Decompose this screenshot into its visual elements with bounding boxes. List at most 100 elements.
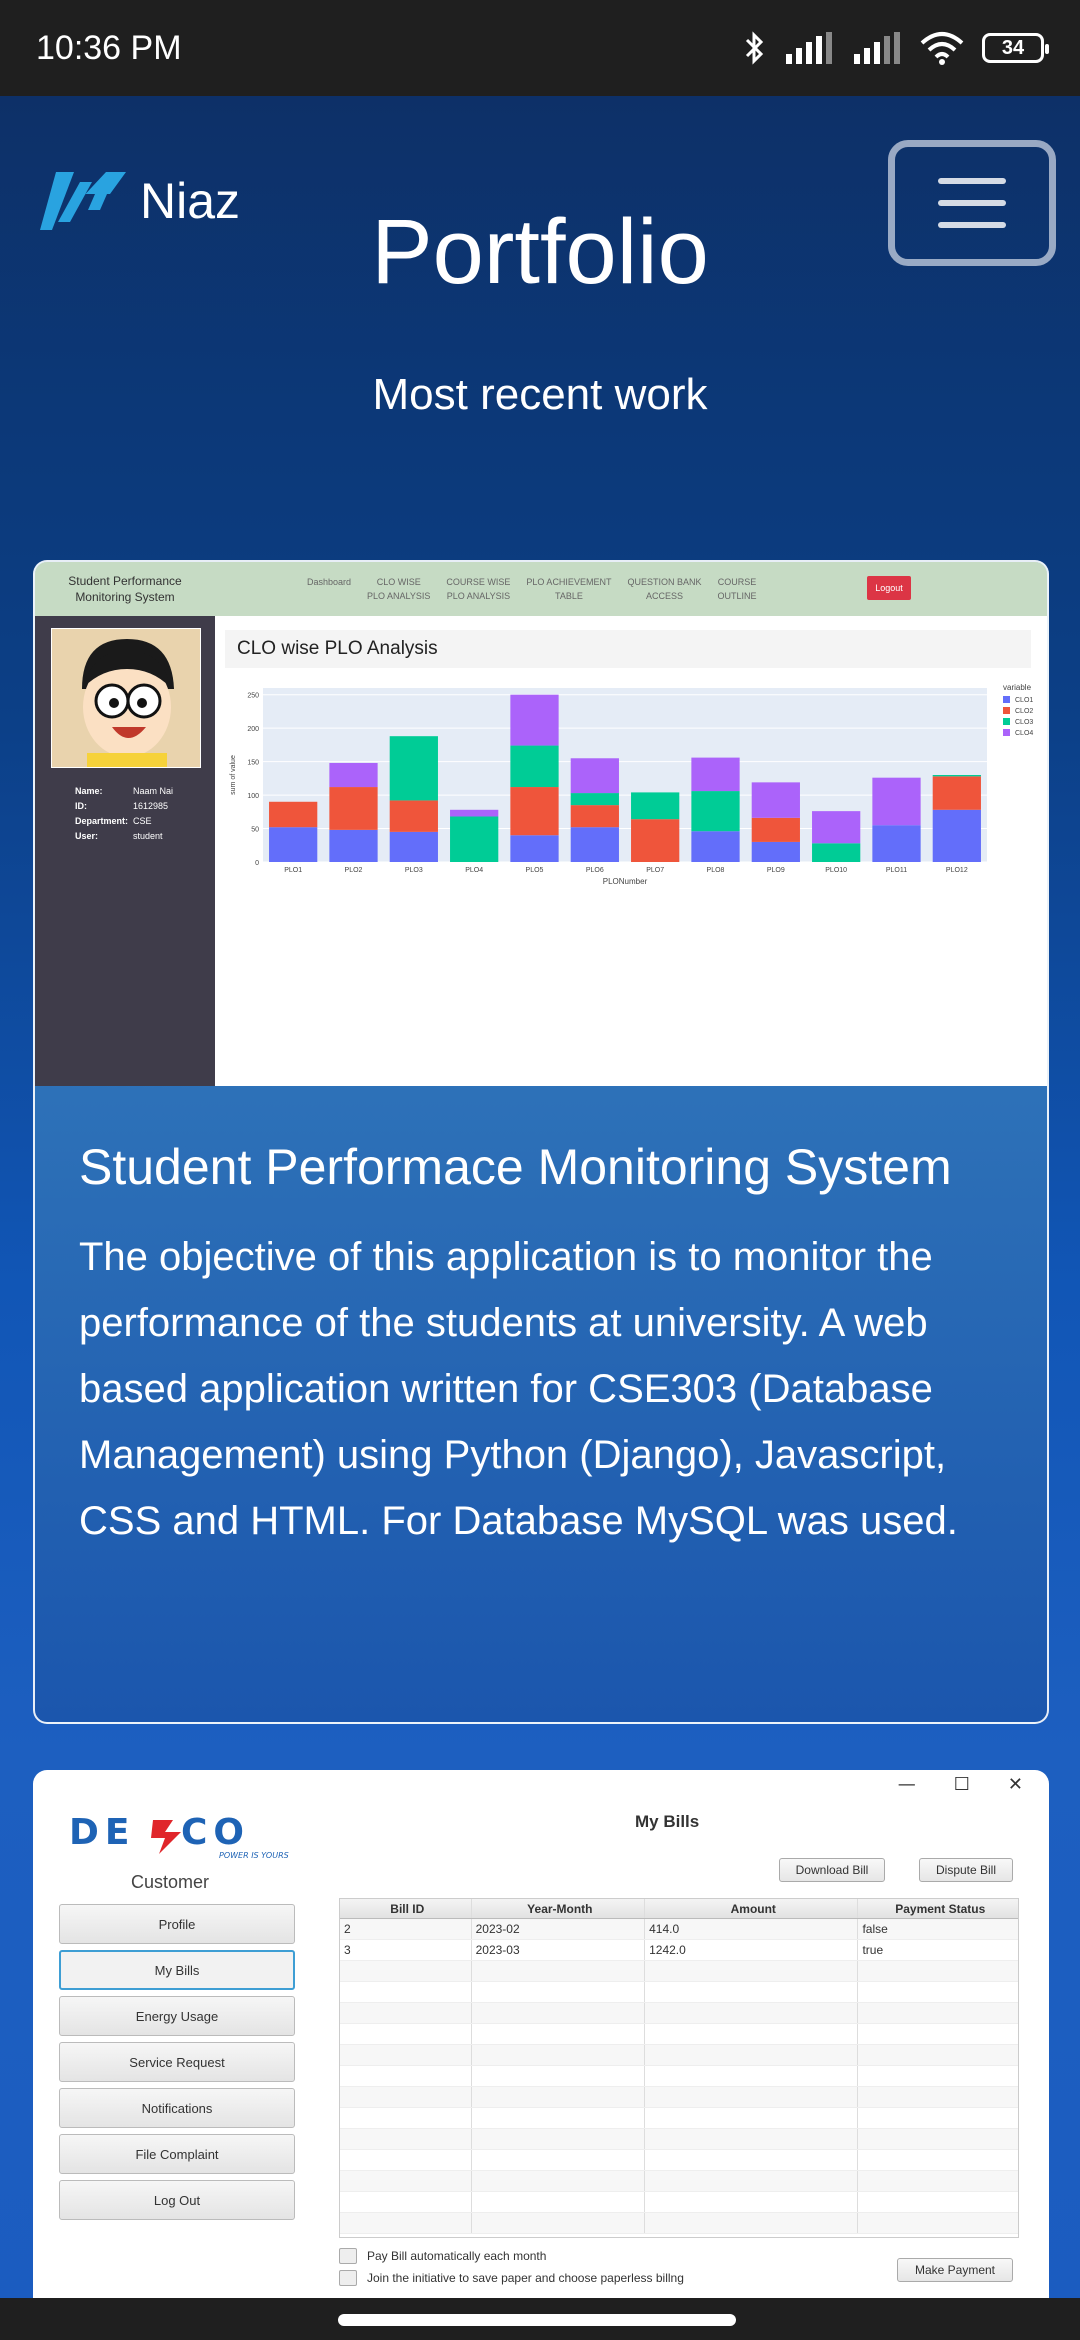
table-cell bbox=[645, 2129, 859, 2149]
bar-segment-clo2 bbox=[269, 801, 318, 828]
table-cell bbox=[340, 2003, 472, 2023]
x-tick-label: PLO12 bbox=[946, 867, 968, 874]
profile-key: Department: bbox=[75, 816, 129, 826]
x-tick-label: PLO5 bbox=[526, 867, 544, 874]
table-row bbox=[340, 2150, 1018, 2171]
table-row bbox=[340, 1961, 1018, 1982]
desco-menu-log-out-button: Log Out bbox=[59, 2180, 295, 2220]
status-bar: 10:36 PM 34 bbox=[0, 0, 1080, 96]
table-cell bbox=[472, 1961, 646, 1981]
nav-link-line1: COURSE WISE bbox=[446, 577, 511, 587]
nav-link-line2: ACCESS bbox=[645, 591, 683, 601]
table-cell: 2 bbox=[340, 1919, 472, 1939]
page-subtitle: Most recent work bbox=[372, 370, 708, 419]
table-cell bbox=[472, 2024, 646, 2044]
profile-value: Naam Nai bbox=[133, 786, 174, 796]
system-name-line1: Student Performance bbox=[68, 574, 182, 588]
x-tick-label: PLO2 bbox=[345, 867, 363, 874]
profile-row: Department: CSE bbox=[75, 814, 173, 829]
window-titlebar: — ☐ ✕ bbox=[35, 1772, 1047, 1796]
profile-details: Name: Naam Nai ID: 1612985 Department: CSE Use… bbox=[75, 784, 173, 844]
x-tick-label: PLO10 bbox=[825, 867, 847, 874]
bar-segment-clo4 bbox=[812, 811, 861, 844]
table-row bbox=[340, 2087, 1018, 2108]
table-cell bbox=[645, 2150, 859, 2170]
table-cell bbox=[858, 2003, 1018, 2023]
screenshot-main: CLO wise PLO Analysis 0 50 100 150 200 250 PLO… bbox=[215, 616, 1047, 1086]
y-tick-label: 0 bbox=[255, 860, 259, 867]
table-cell bbox=[858, 1982, 1018, 2002]
bar-segment-clo3 bbox=[570, 793, 619, 806]
auto-pay-checkbox-row: Pay Bill automatically each month bbox=[339, 2248, 546, 2264]
profile-key: User: bbox=[75, 831, 99, 841]
desco-menu-notifications-button: Notifications bbox=[59, 2088, 295, 2128]
table-cell bbox=[340, 2045, 472, 2065]
bar-segment-clo4 bbox=[751, 782, 800, 818]
paperless-checkbox-row: Join the initiative to save paper and ch… bbox=[339, 2270, 684, 2286]
project-card-desco[interactable]: — ☐ ✕ DE CO POWER IS YOURS Customer Prof… bbox=[33, 1770, 1049, 2300]
svg-text:DE: DE bbox=[69, 1816, 135, 1853]
table-cell bbox=[472, 2213, 646, 2233]
menu-bar bbox=[938, 178, 1006, 184]
table-cell bbox=[472, 2192, 646, 2212]
table-cell bbox=[645, 1961, 859, 1981]
table-cell bbox=[340, 2129, 472, 2149]
project-card-spms[interactable]: Student Performance Monitoring System Da… bbox=[33, 560, 1049, 1724]
home-gesture-pill[interactable] bbox=[338, 2314, 736, 2326]
bar-segment-clo1 bbox=[570, 827, 619, 862]
bluetooth-icon bbox=[745, 31, 764, 65]
table-row bbox=[340, 2108, 1018, 2129]
project-screenshot: Student Performance Monitoring System Da… bbox=[35, 562, 1047, 1086]
maximize-icon: ☐ bbox=[953, 1773, 970, 1795]
desco-menu-profile-button: Profile bbox=[59, 1904, 295, 1944]
table-cell: 414.0 bbox=[645, 1919, 859, 1939]
plo-stacked-bar-chart: 0 50 100 150 200 250 PLO1 PLO2 PLO3 PLO4 PLO5 PLO6 P… bbox=[230, 683, 1033, 886]
table-cell bbox=[858, 2192, 1018, 2212]
table-cell bbox=[472, 2108, 646, 2128]
bar-segment-clo3 bbox=[932, 775, 981, 777]
screenshot-nav-link: COURSE OUTLINE bbox=[717, 575, 756, 603]
bills-table: Bill ID Year-Month Amount Payment Status… bbox=[339, 1898, 1019, 2238]
table-row bbox=[340, 2192, 1018, 2213]
nav-link-line2: PLO ANALYSIS bbox=[446, 591, 511, 601]
x-tick-label: PLO11 bbox=[886, 867, 907, 874]
bar-segment-clo2 bbox=[389, 800, 438, 832]
desco-logo: DE CO POWER IS YOURS bbox=[69, 1816, 289, 1860]
table-cell bbox=[340, 1961, 472, 1981]
bar-segment-clo2 bbox=[510, 787, 559, 836]
nav-link-line1: Dashboard bbox=[307, 577, 352, 587]
x-axis-label: PLONumber bbox=[603, 877, 648, 886]
bar-segment-clo1 bbox=[510, 835, 559, 862]
desco-tagline: POWER IS YOURS bbox=[219, 1851, 289, 1860]
nav-link-line1: CLO WISE bbox=[376, 577, 421, 587]
table-cell: 2023-03 bbox=[472, 1940, 646, 1960]
table-cell bbox=[858, 2171, 1018, 2191]
bar-segment-clo1 bbox=[269, 827, 318, 862]
bar-segment-clo2 bbox=[751, 817, 800, 842]
table-cell bbox=[340, 2192, 472, 2212]
nav-link-line1: COURSE bbox=[717, 577, 757, 587]
x-tick-label: PLO4 bbox=[465, 867, 483, 874]
column-header: Bill ID bbox=[340, 1899, 472, 1918]
table-cell bbox=[645, 2045, 859, 2065]
table-cell bbox=[340, 2087, 472, 2107]
bar-segment-clo4 bbox=[570, 758, 619, 794]
y-tick-label: 250 bbox=[247, 693, 259, 700]
table-cell bbox=[472, 2087, 646, 2107]
table-cell bbox=[645, 2003, 859, 2023]
checkbox bbox=[339, 2248, 357, 2264]
status-icons: 34 bbox=[744, 31, 1049, 65]
table-cell bbox=[472, 2045, 646, 2065]
system-name-line2: Monitoring System bbox=[75, 590, 175, 604]
table-cell bbox=[340, 2150, 472, 2170]
checkbox bbox=[339, 2270, 357, 2286]
table-row bbox=[340, 2171, 1018, 2192]
table-row bbox=[340, 2129, 1018, 2150]
profile-key: Name: bbox=[75, 786, 103, 796]
table-cell bbox=[472, 2171, 646, 2191]
chart-heading: CLO wise PLO Analysis bbox=[225, 630, 1031, 668]
table-cell bbox=[645, 1982, 859, 2002]
table-cell bbox=[645, 2213, 859, 2233]
desco-side-menu: Profile My Bills Energy Usage Service Reque… bbox=[59, 1904, 295, 2226]
column-header: Payment Status bbox=[895, 1902, 986, 1916]
